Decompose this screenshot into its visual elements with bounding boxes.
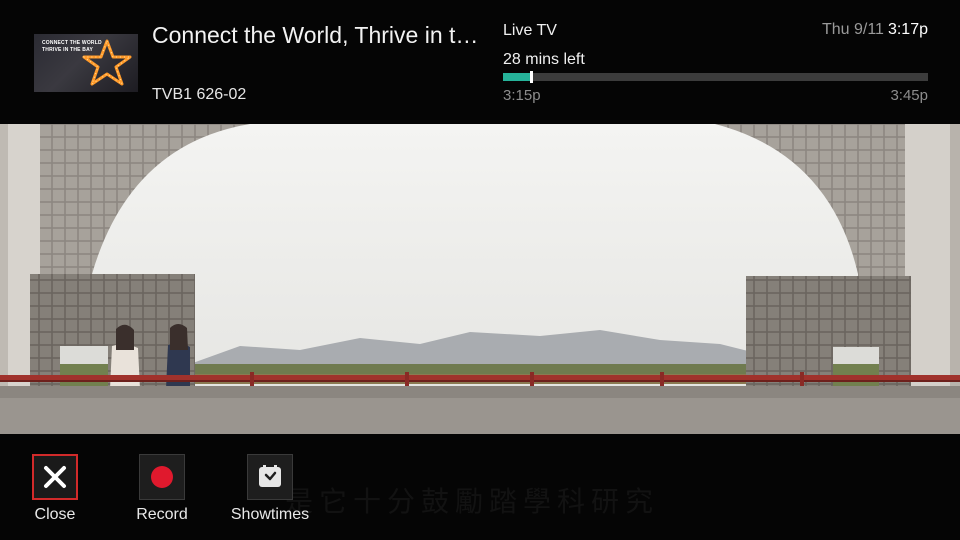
program-title: Connect the World, Thrive in t… [152, 22, 479, 48]
current-clock: Thu 9/11 3:17p [822, 21, 928, 39]
start-time: 3:15p [503, 87, 541, 104]
showtimes-label: Showtimes [230, 506, 310, 523]
showtimes-button[interactable] [247, 454, 293, 500]
progress-fill [503, 73, 531, 81]
info-bar: CONNECT THE WORLD THRIVE IN THE BAY Conn… [0, 0, 960, 124]
close-action[interactable]: Close [10, 454, 100, 524]
record-action[interactable]: Record [117, 454, 207, 524]
record-label: Record [136, 506, 188, 523]
clock-date: Thu 9/11 [821, 21, 884, 38]
live-tv-label: Live TV [503, 22, 557, 39]
clock-time: 3:17p [887, 21, 928, 38]
marquee-star-icon [82, 39, 132, 86]
close-label: Close [34, 506, 76, 523]
close-x-icon [44, 466, 66, 488]
program-thumbnail: CONNECT THE WORLD THRIVE IN THE BAY [34, 34, 138, 92]
showtimes-action[interactable]: Showtimes [225, 454, 315, 524]
record-dot-icon [151, 466, 173, 488]
program-progress-bar [503, 71, 928, 83]
time-left-label: 28 mins left [503, 51, 585, 68]
video-frame [0, 124, 960, 434]
clock-calendar-icon [259, 465, 281, 487]
action-bar: 是它十分鼓勵踏學科研究 Close Record Showtimes [0, 434, 960, 540]
subtitle-text: 是它十分鼓勵踏學科研究 [285, 486, 660, 517]
progress-marker [530, 71, 533, 83]
end-time: 3:45p [890, 87, 928, 104]
channel-label: TVB1 626-02 [152, 86, 247, 103]
video-scene [0, 124, 960, 434]
close-button[interactable] [32, 454, 78, 500]
record-button[interactable] [139, 454, 185, 500]
